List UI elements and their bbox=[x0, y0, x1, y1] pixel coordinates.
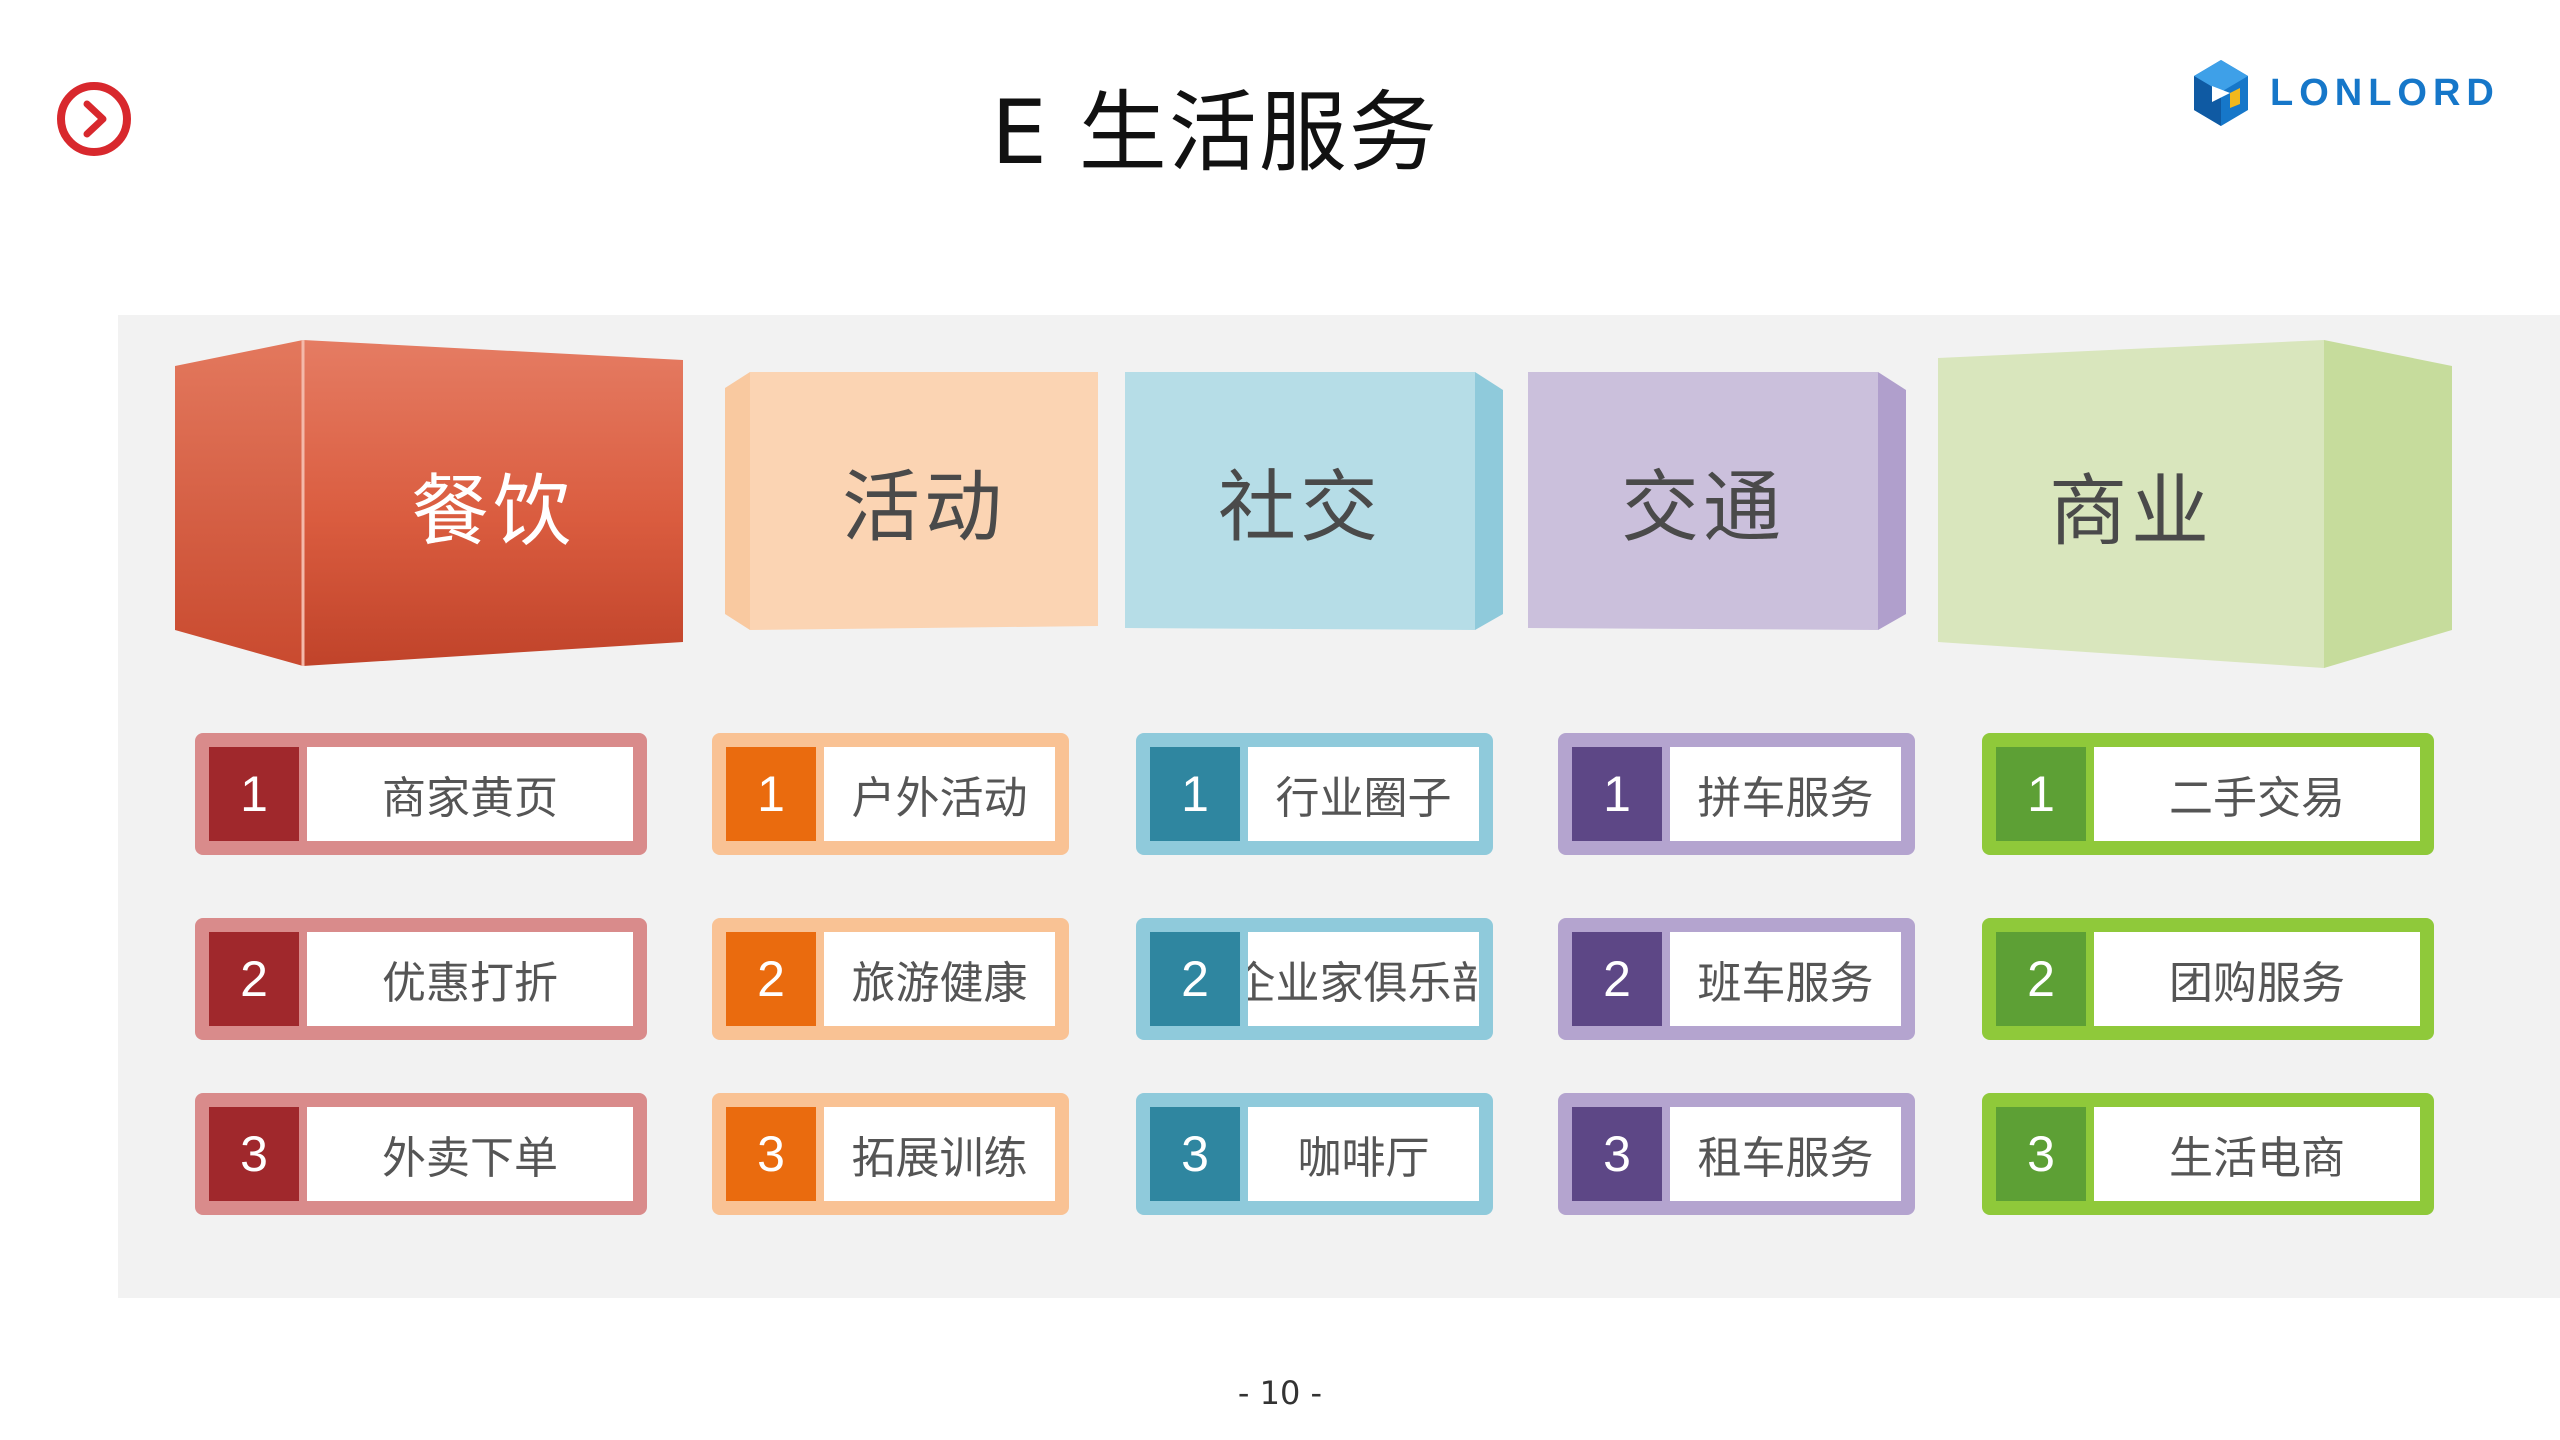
item-label: 户外活动 bbox=[824, 747, 1055, 841]
category-label: 交通 bbox=[1620, 463, 1785, 553]
item-label: 旅游健康 bbox=[824, 932, 1055, 1026]
category-label: 商业 bbox=[2048, 467, 2213, 557]
item-label: 行业圈子 bbox=[1248, 747, 1479, 841]
service-item[interactable]: 1 行业圈子 bbox=[1136, 733, 1493, 855]
service-item[interactable]: 3 咖啡厅 bbox=[1136, 1093, 1493, 1215]
item-number: 3 bbox=[726, 1107, 816, 1201]
item-number: 3 bbox=[1572, 1107, 1662, 1201]
page-number: - 10 - bbox=[1237, 1374, 1323, 1412]
item-label: 企业家俱乐部 bbox=[1248, 932, 1479, 1026]
item-label: 外卖下单 bbox=[307, 1107, 633, 1201]
item-label: 商家黄页 bbox=[307, 747, 633, 841]
service-item[interactable]: 1 户外活动 bbox=[712, 733, 1069, 855]
item-number: 2 bbox=[209, 932, 299, 1026]
slide: E 生活服务 LONLORD 餐饮 活动 社交 交通 商业 1 商家黄页 2 优… bbox=[0, 0, 2560, 1440]
item-number: 3 bbox=[1996, 1107, 2086, 1201]
item-number: 2 bbox=[726, 932, 816, 1026]
item-label: 班车服务 bbox=[1670, 932, 1901, 1026]
service-item[interactable]: 2 班车服务 bbox=[1558, 918, 1915, 1040]
item-number: 3 bbox=[209, 1107, 299, 1201]
service-item[interactable]: 3 生活电商 bbox=[1982, 1093, 2434, 1215]
category-label: 餐饮 bbox=[410, 467, 575, 557]
service-item[interactable]: 2 企业家俱乐部 bbox=[1136, 918, 1493, 1040]
item-number: 3 bbox=[1150, 1107, 1240, 1201]
item-label: 拓展训练 bbox=[824, 1107, 1055, 1201]
brand-logo: LONLORD bbox=[2190, 58, 2500, 128]
item-number: 2 bbox=[1572, 932, 1662, 1026]
service-item[interactable]: 1 商家黄页 bbox=[195, 733, 647, 855]
service-item[interactable]: 2 优惠打折 bbox=[195, 918, 647, 1040]
category-label: 活动 bbox=[841, 463, 1006, 553]
item-number: 2 bbox=[1150, 932, 1240, 1026]
item-number: 2 bbox=[1996, 932, 2086, 1026]
item-number: 1 bbox=[1572, 747, 1662, 841]
service-item[interactable]: 1 二手交易 bbox=[1982, 733, 2434, 855]
service-item[interactable]: 3 拓展训练 bbox=[712, 1093, 1069, 1215]
hexagon-logo-icon bbox=[2194, 60, 2248, 126]
service-item[interactable]: 2 团购服务 bbox=[1982, 918, 2434, 1040]
item-label: 租车服务 bbox=[1670, 1107, 1901, 1201]
item-label: 咖啡厅 bbox=[1248, 1107, 1479, 1201]
item-label: 优惠打折 bbox=[307, 932, 633, 1026]
logo-text: LONLORD bbox=[2270, 71, 2500, 114]
item-label: 拼车服务 bbox=[1670, 747, 1901, 841]
item-label: 二手交易 bbox=[2094, 747, 2420, 841]
item-number: 1 bbox=[1150, 747, 1240, 841]
category-label: 社交 bbox=[1217, 463, 1382, 553]
page-title: E 生活服务 bbox=[991, 81, 1439, 184]
item-label: 团购服务 bbox=[2094, 932, 2420, 1026]
service-item[interactable]: 3 外卖下单 bbox=[195, 1093, 647, 1215]
item-label: 生活电商 bbox=[2094, 1107, 2420, 1201]
service-item[interactable]: 3 租车服务 bbox=[1558, 1093, 1915, 1215]
service-item[interactable]: 2 旅游健康 bbox=[712, 918, 1069, 1040]
item-number: 1 bbox=[1996, 747, 2086, 841]
item-number: 1 bbox=[209, 747, 299, 841]
service-item[interactable]: 1 拼车服务 bbox=[1558, 733, 1915, 855]
item-number: 1 bbox=[726, 747, 816, 841]
